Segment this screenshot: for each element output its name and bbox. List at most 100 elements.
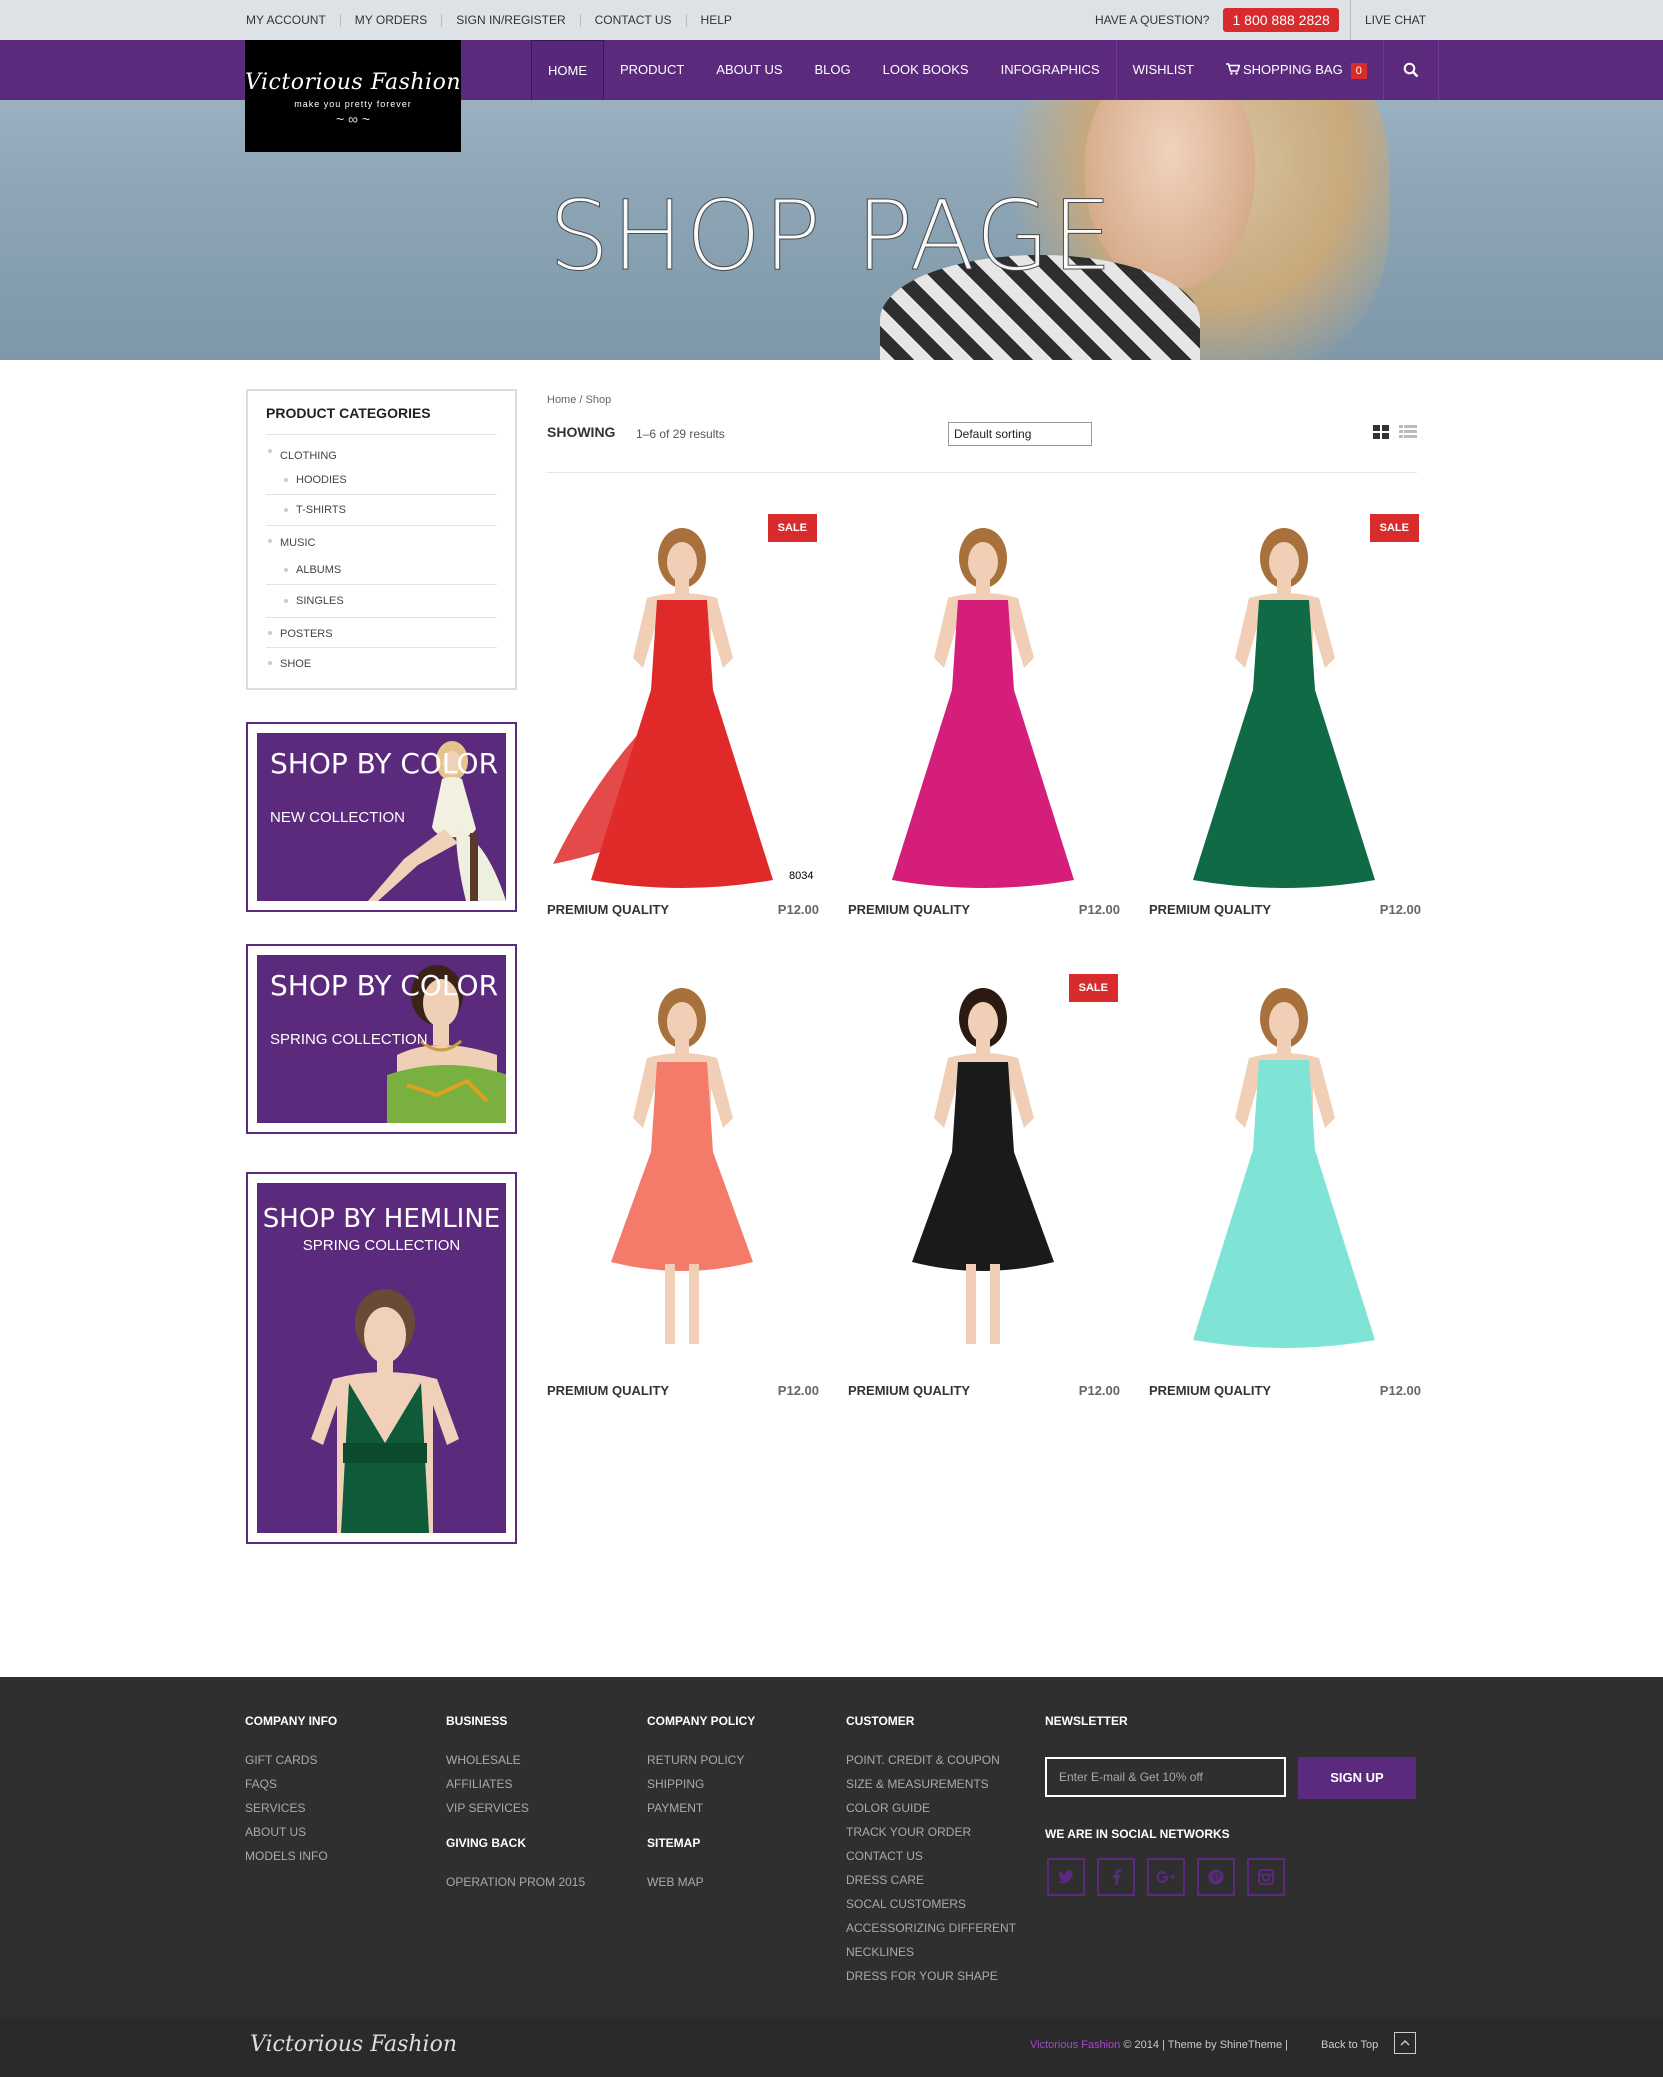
product-image[interactable] <box>1149 974 1419 1364</box>
live-chat-link[interactable]: LIVE CHAT <box>1350 0 1426 40</box>
product-image[interactable] <box>848 514 1118 904</box>
result-count: 1–6 of 29 results <box>636 427 725 441</box>
category-singles[interactable]: SINGLES <box>266 585 497 618</box>
footer-link[interactable]: FAQS <box>245 1772 337 1796</box>
footer-link[interactable]: AFFILIATES <box>446 1772 585 1796</box>
footer-link[interactable]: RETURN POLICY <box>647 1748 755 1772</box>
product-image[interactable]: SALE 8034 <box>547 514 817 904</box>
footer-logo[interactable]: Victorious Fashion <box>250 2032 457 2057</box>
category-music[interactable]: MUSIC <box>266 526 497 556</box>
footer-company-policy: COMPANY POLICY RETURN POLICY SHIPPING PA… <box>647 1714 755 1894</box>
product-image[interactable] <box>547 974 817 1364</box>
search-button[interactable] <box>1382 40 1439 100</box>
sale-badge: SALE <box>1068 974 1118 1002</box>
footer-link[interactable]: OPERATION PROM 2015 <box>446 1870 585 1894</box>
footer-link[interactable]: CONTACT US <box>846 1844 1016 1868</box>
product-card[interactable]: SALE PREMIUM QUALITY P12.00 <box>848 974 1120 1398</box>
category-t-shirts[interactable]: T-SHIRTS <box>266 495 497 526</box>
product-name[interactable]: PREMIUM QUALITY <box>848 1383 970 1398</box>
footer-link[interactable]: MODELS INFO <box>245 1844 337 1868</box>
showing-label: SHOWING <box>547 424 616 440</box>
footer-link[interactable]: ACCESSORIZING DIFFERENT <box>846 1916 1016 1940</box>
category-hoodies[interactable]: HOODIES <box>266 466 497 495</box>
nav-home[interactable]: HOME <box>531 40 604 100</box>
product-categories-widget: PRODUCT CATEGORIES CLOTHING HOODIES T-SH… <box>246 389 517 690</box>
footer-link[interactable]: DRESS FOR YOUR SHAPE <box>846 1964 1016 1988</box>
footer-link[interactable]: NECKLINES <box>846 1940 1016 1964</box>
back-to-top-link[interactable]: Back to Top <box>1321 2039 1378 2051</box>
dress-illustration <box>1193 528 1375 888</box>
product-card[interactable]: SALE PREMIUM QUALITY P12.00 <box>1149 514 1421 917</box>
nav-blog[interactable]: BLOG <box>799 40 867 100</box>
google-plus-icon[interactable] <box>1147 1858 1185 1896</box>
my-account-link[interactable]: MY ACCOUNT <box>246 13 340 27</box>
twitter-icon[interactable] <box>1047 1858 1085 1896</box>
promo-shop-by-hemline[interactable]: SHOP BY HEMLINE SPRING COLLECTION <box>246 1172 517 1544</box>
phone-number[interactable]: 1 800 888 2828 <box>1223 8 1339 32</box>
footer-link[interactable]: ABOUT US <box>245 1820 337 1844</box>
footer-heading: COMPANY POLICY <box>647 1714 756 1728</box>
my-orders-link[interactable]: MY ORDERS <box>339 13 441 27</box>
footer-newsletter: NEWSLETTER <box>1045 1714 1128 1748</box>
nav-look-books[interactable]: LOOK BOOKS <box>867 40 985 100</box>
copyright-text: © 2014 | Theme by ShineTheme | <box>1120 2039 1289 2051</box>
footer-link[interactable]: POINT. CREDIT & COUPON <box>846 1748 1016 1772</box>
footer-link[interactable]: SOCAL CUSTOMERS <box>846 1892 1016 1916</box>
product-sku: 8034 <box>789 870 814 882</box>
product-name[interactable]: PREMIUM QUALITY <box>848 902 970 917</box>
shopping-bag-button[interactable]: SHOPPING BAG 0 <box>1210 40 1383 100</box>
newsletter-email-field[interactable]: Enter E-mail & Get 10% off <box>1045 1757 1286 1797</box>
footer-link[interactable]: TRACK YOUR ORDER <box>846 1820 1016 1844</box>
product-card[interactable]: PREMIUM QUALITY P12.00 <box>1149 974 1421 1398</box>
facebook-icon[interactable] <box>1097 1858 1135 1896</box>
contact-us-link[interactable]: CONTACT US <box>579 13 686 27</box>
footer-link[interactable]: SHIPPING <box>647 1772 755 1796</box>
grid-view-icon[interactable] <box>1373 425 1389 444</box>
logo[interactable]: Victorious Fashion make you pretty forev… <box>245 40 461 152</box>
category-posters[interactable]: POSTERS <box>266 618 497 648</box>
footer-link[interactable]: VIP SERVICES <box>446 1796 585 1820</box>
promo-shop-by-color-new[interactable]: SHOP BY COLOR NEW COLLECTION <box>246 722 517 912</box>
footer-link[interactable]: WHOLESALE <box>446 1748 585 1772</box>
footer-link[interactable]: COLOR GUIDE <box>846 1796 1016 1820</box>
product-price: P12.00 <box>1078 902 1120 917</box>
product-card[interactable]: SALE 8034 PREMIUM QUALITY P12.00 <box>547 514 819 917</box>
footer-link[interactable]: WEB MAP <box>647 1870 755 1894</box>
breadcrumb[interactable]: Home / Shop <box>547 394 611 406</box>
copyright: Victorious Fashion © 2014 | Theme by Shi… <box>1030 2039 1288 2051</box>
footer-link[interactable]: SIZE & MEASUREMENTS <box>846 1772 1016 1796</box>
product-card[interactable]: PREMIUM QUALITY P12.00 <box>848 514 1120 917</box>
footer-link[interactable]: PAYMENT <box>647 1796 755 1820</box>
brand-link[interactable]: Victorious Fashion <box>1030 2039 1120 2051</box>
nav-about-us[interactable]: ABOUT US <box>700 40 798 100</box>
category-shoe[interactable]: SHOE <box>266 648 497 678</box>
footer-heading: SITEMAP <box>647 1836 701 1850</box>
product-name[interactable]: PREMIUM QUALITY <box>1149 902 1271 917</box>
category-albums[interactable]: ALBUMS <box>266 556 497 585</box>
nav-product[interactable]: PRODUCT <box>604 40 700 100</box>
sort-select[interactable]: Default sorting <box>948 422 1092 446</box>
promo-shop-by-color-spring[interactable]: SHOP BY COLOR SPRING COLLECTION <box>246 944 517 1134</box>
footer-link[interactable]: DRESS CARE <box>846 1868 1016 1892</box>
product-image[interactable]: SALE <box>848 974 1118 1364</box>
nav-wishlist[interactable]: WISHLIST <box>1117 40 1210 100</box>
pinterest-icon[interactable] <box>1197 1858 1235 1896</box>
help-link[interactable]: HELP <box>685 13 746 27</box>
product-name[interactable]: PREMIUM QUALITY <box>547 1383 669 1398</box>
sign-in-link[interactable]: SIGN IN/REGISTER <box>441 13 579 27</box>
product-card[interactable]: PREMIUM QUALITY P12.00 <box>547 974 819 1398</box>
product-name[interactable]: PREMIUM QUALITY <box>547 902 669 917</box>
nav-infographics[interactable]: INFOGRAPHICS <box>985 40 1116 100</box>
promo-banner: SHOP BY COLOR NEW COLLECTION <box>257 733 506 901</box>
footer-heading: GIVING BACK <box>446 1836 527 1850</box>
sign-up-button[interactable]: SIGN UP <box>1298 1757 1416 1799</box>
logo-name: Victorious Fashion <box>245 70 461 95</box>
chevron-up-icon[interactable] <box>1394 2032 1416 2054</box>
footer-link[interactable]: SERVICES <box>245 1796 337 1820</box>
footer-link[interactable]: GIFT CARDS <box>245 1748 337 1772</box>
product-name[interactable]: PREMIUM QUALITY <box>1149 1383 1271 1398</box>
category-clothing[interactable]: CLOTHING <box>266 435 497 466</box>
list-view-icon[interactable] <box>1399 425 1417 444</box>
instagram-icon[interactable] <box>1247 1858 1285 1896</box>
product-image[interactable]: SALE <box>1149 514 1419 904</box>
